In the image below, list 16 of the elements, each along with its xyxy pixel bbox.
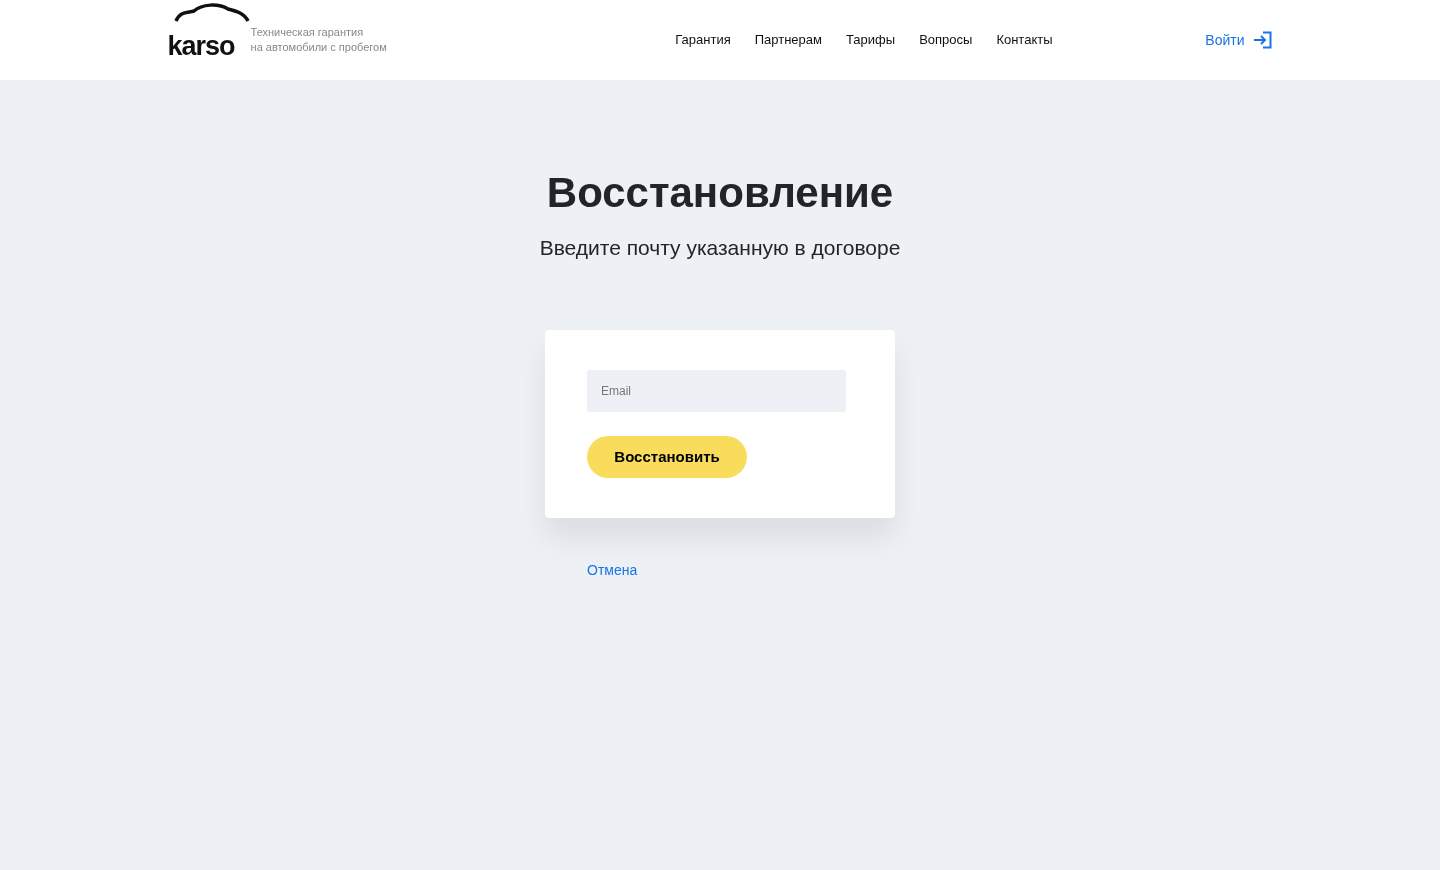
cancel-link[interactable]: Отмена [587, 561, 638, 578]
logo-text: karso [167, 30, 235, 61]
nav-link[interactable]: Партнерам [754, 30, 822, 50]
email-field[interactable]: Email [587, 369, 846, 412]
tagline: на автомобили с пробегом [250, 40, 387, 55]
nav-link[interactable]: Контакты [996, 30, 1053, 50]
login-link[interactable]: Войти [1205, 29, 1273, 51]
nav-link[interactable]: Вопросы [919, 30, 973, 50]
car-roof-icon [173, 2, 250, 23]
nav-link[interactable]: Гарантия [675, 30, 731, 50]
restore-button[interactable]: Восстановить [587, 435, 747, 478]
page-title: Восстановление [545, 168, 895, 218]
login-icon [1252, 31, 1273, 49]
nav-link[interactable]: Тарифы [846, 30, 896, 50]
tagline: Техническая гарантия [250, 25, 365, 40]
subtitle: Введите почту указанную в договоре [538, 235, 902, 262]
